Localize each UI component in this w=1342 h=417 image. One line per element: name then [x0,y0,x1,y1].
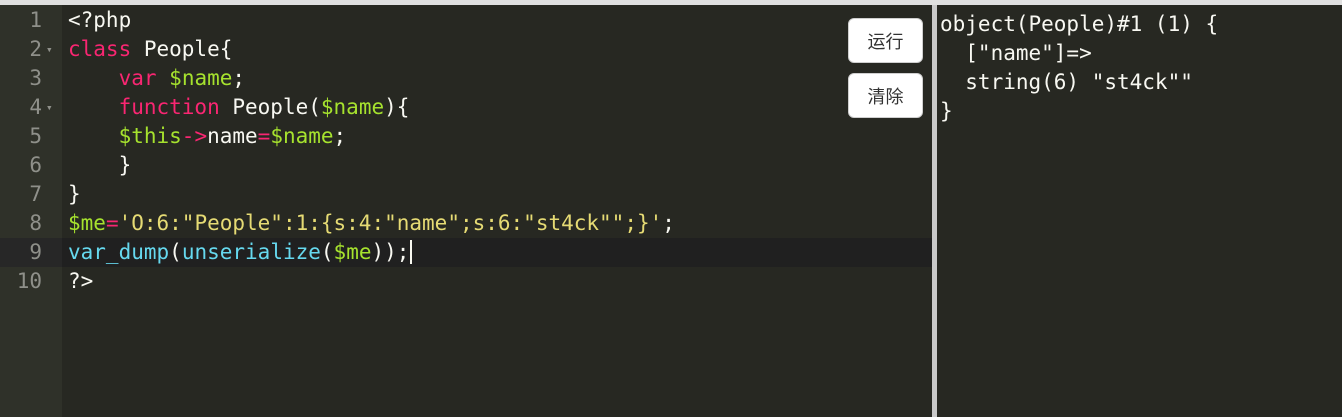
code-line[interactable]: 2 ▾ class People{ [0,35,932,64]
line-number: 10 [0,267,62,296]
code-token: ; [232,66,246,90]
code-token: = [257,124,271,148]
code-token: } [68,182,81,206]
run-button[interactable]: 运行 [848,18,923,63]
output-line: object(People)#1 (1) { [940,12,1219,36]
code-text[interactable]: $this->name=$name; [68,122,347,151]
line-number-text: 2 [29,37,42,61]
code-text[interactable]: var $name; [68,64,245,93]
code-text[interactable]: } [68,151,132,180]
code-token: $name [270,124,334,148]
code-token: ( [169,240,182,264]
code-text[interactable]: ?> [68,267,93,296]
code-token: $name [169,66,233,90]
code-token: ?> [68,269,94,293]
code-token: = [105,211,119,235]
code-text[interactable]: class People{ [68,35,232,64]
line-number: 3 [0,64,62,93]
fold-arrow-icon[interactable]: ▾ [46,35,53,64]
code-line[interactable]: 1 <?php [0,6,932,35]
line-number-text: 9 [29,240,42,264]
line-number: 4 ▾ [0,93,62,122]
line-number-text: 7 [29,182,42,206]
code-text[interactable]: } [68,180,81,209]
code-token: var [118,66,157,90]
code-token: class [68,37,132,61]
code-token: function [118,95,220,119]
code-token: -> [181,124,208,148]
clear-button[interactable]: 清除 [848,73,923,118]
line-number-text: 4 [29,95,42,119]
line-number: 2 ▾ [0,35,62,64]
line-number: 9 [0,238,62,267]
code-line[interactable]: 8 $me='O:6:"People":1:{s:4:"name";s:6:"st… [0,209,932,238]
line-number-text: 8 [29,211,42,235]
line-number-text: 10 [16,269,42,293]
output-panel: object(People)#1 (1) { ["name"]=> string… [937,5,1342,417]
code-token: )); [371,240,410,264]
code-token: People( [219,95,321,119]
output-line: ["name"]=> [940,41,1092,65]
code-text[interactable]: <?php [68,6,131,35]
code-token: } [68,153,132,177]
line-number-text: 6 [29,153,42,177]
code-editor[interactable]: 1 <?php 2 ▾ class People{3 var $name; 4 ▾ func… [0,5,932,417]
line-number: 6 [0,151,62,180]
code-line[interactable]: 5 $this->name=$name; [0,122,932,151]
code-line[interactable]: 9 var_dump(unserialize($me)); [0,238,932,267]
code-token: ; [333,124,347,148]
code-token: People{ [131,37,233,61]
code-token: var_dump [68,240,170,264]
line-number-text: 3 [29,66,42,90]
code-token: ( [320,240,334,264]
code-line[interactable]: 7} [0,180,932,209]
code-token: ; [662,211,675,235]
code-token: $me [68,211,106,235]
code-line[interactable]: 10 ?> [0,267,932,296]
code-text[interactable]: var_dump(unserialize($me)); [68,238,413,267]
code-token: ){ [384,95,410,119]
code-token: $me [333,240,372,264]
code-token: unserialize [181,240,321,264]
line-number-text: 1 [29,8,42,32]
code-token: 'O:6:"People":1:{s:4:"name";s:6:"st4ck""… [118,211,663,235]
code-line[interactable]: 4 ▾ function People($name){ [0,93,932,122]
code-line[interactable]: 3 var $name; [0,64,932,93]
code-text[interactable]: $me='O:6:"People":1:{s:4:"name";s:6:"st4… [68,209,675,238]
line-number-text: 5 [29,124,42,148]
code-token: <?php [68,8,132,32]
line-number: 7 [0,180,62,209]
line-number: 1 [0,6,62,35]
fold-arrow-icon[interactable]: ▾ [46,93,53,122]
line-number: 5 [0,122,62,151]
text-cursor [410,240,413,264]
code-token: $name [320,95,385,119]
line-number: 8 [0,209,62,238]
code-text[interactable]: function People($name){ [68,93,410,122]
output-line: } [940,99,953,123]
code-token: $this [118,124,182,148]
code-token: name [207,124,258,148]
code-line[interactable]: 6 } [0,151,932,180]
output-line: string(6) "st4ck"" [940,70,1193,94]
